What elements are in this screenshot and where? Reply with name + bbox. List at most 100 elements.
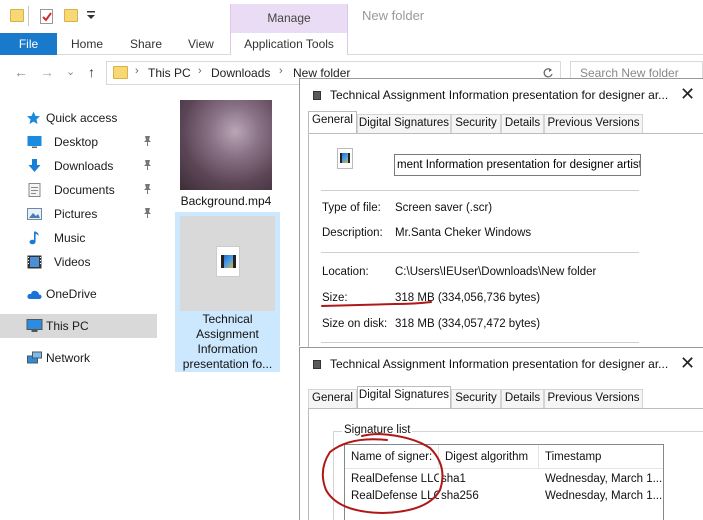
videos-icon <box>27 255 42 269</box>
sidebar-item-this-pc[interactable]: This PC <box>0 314 157 338</box>
dialog-titlebar: Technical Assignment Information present… <box>300 348 703 380</box>
new-folder-icon[interactable] <box>64 9 78 22</box>
sidebar-item-downloads[interactable]: Downloads <box>0 154 157 178</box>
sidebar-item-pictures[interactable]: Pictures <box>0 202 157 226</box>
sidebar-item-label: OneDrive <box>46 287 97 301</box>
timestamp: Wednesday, March 1... <box>545 490 663 502</box>
sidebar-item-onedrive[interactable]: OneDrive <box>0 282 157 306</box>
up-button[interactable]: ↑ <box>88 64 95 80</box>
chevron-right-icon[interactable]: › <box>135 65 139 77</box>
tab-share[interactable]: Share <box>130 33 162 55</box>
sidebar-item-quick-access[interactable]: Quick access <box>0 106 157 130</box>
column-header-digest[interactable]: Digest algorithm <box>439 445 539 469</box>
ribbon-tabs: File Home Share View Application Tools <box>0 33 703 55</box>
table-row[interactable]: RealDefense LLC sha1 Wednesday, March 1.… <box>345 470 663 488</box>
tab-security[interactable]: Security <box>451 114 501 133</box>
size-on-disk-value: 318 MB (334,057,472 bytes) <box>395 318 541 330</box>
recent-locations-button[interactable]: ⌄ <box>66 65 75 78</box>
tab-general[interactable]: General <box>308 389 357 408</box>
tab-previous-versions[interactable]: Previous Versions <box>544 389 643 408</box>
file-icon-frame <box>180 216 275 311</box>
type-label: Type of file: <box>322 202 381 214</box>
type-value: Screen saver (.scr) <box>395 202 493 214</box>
screensaver-file-icon <box>216 246 240 277</box>
file-name-line: Assignment <box>196 327 259 341</box>
column-header-signer[interactable]: Name of signer: <box>345 445 439 469</box>
file-name-field[interactable]: ment Information presentation for design… <box>394 154 641 176</box>
divider <box>321 252 639 253</box>
tab-security[interactable]: Security <box>451 389 501 408</box>
window-title: New folder <box>362 8 425 23</box>
documents-icon <box>28 183 41 197</box>
close-button[interactable]: ✕ <box>680 353 695 374</box>
table-row[interactable]: RealDefense LLC sha256 Wednesday, March … <box>345 487 663 505</box>
group-title: Signature list <box>342 424 413 436</box>
music-icon <box>29 231 39 245</box>
pin-icon[interactable] <box>143 159 152 173</box>
tab-home[interactable]: Home <box>71 33 103 55</box>
manage-tab-group[interactable]: Manage <box>230 4 348 33</box>
tab-general[interactable]: General <box>308 111 357 133</box>
sidebar-item-label: Documents <box>54 183 115 197</box>
customize-qat-icon[interactable] <box>86 8 96 25</box>
breadcrumb-downloads[interactable]: Downloads <box>211 66 270 80</box>
location-label: Location: <box>322 266 369 278</box>
sidebar-item-label: Quick access <box>46 111 118 125</box>
signature-list[interactable]: Name of signer: Digest algorithm Timesta… <box>344 444 664 520</box>
location-value: C:\Users\IEUser\Downloads\New folder <box>395 266 597 278</box>
properties-icon[interactable] <box>40 9 53 24</box>
dialog-title: Technical Assignment Information present… <box>330 88 669 102</box>
forward-button[interactable]: → <box>40 64 54 80</box>
selected-file-tile[interactable]: Technical Assignment Information present… <box>175 212 280 372</box>
general-tab-panel: ment Information presentation for design… <box>308 133 703 347</box>
pin-icon[interactable] <box>143 207 152 221</box>
computer-icon <box>26 319 43 332</box>
sidebar-item-desktop[interactable]: Desktop <box>0 130 157 154</box>
tab-digital-signatures[interactable]: Digital Signatures <box>357 386 451 408</box>
pin-icon[interactable] <box>143 183 152 197</box>
back-button[interactable]: ← <box>14 64 28 80</box>
star-icon <box>27 111 40 124</box>
size-label: Size: <box>322 292 348 304</box>
tab-digital-signatures[interactable]: Digital Signatures <box>357 114 451 133</box>
signer-name: RealDefense LLC <box>351 490 439 502</box>
digest-algorithm: sha1 <box>441 473 466 485</box>
file-name-label[interactable]: Background.mp4 <box>176 194 276 208</box>
video-thumbnail[interactable] <box>180 100 272 190</box>
sidebar-item-videos[interactable]: Videos <box>0 250 157 274</box>
tab-file[interactable]: File <box>0 33 57 55</box>
breadcrumb-this-pc[interactable]: This PC <box>148 66 191 80</box>
divider <box>321 342 639 343</box>
file-icon <box>313 360 321 369</box>
pin-icon[interactable] <box>143 135 152 149</box>
tab-previous-versions[interactable]: Previous Versions <box>544 114 643 133</box>
tab-application-tools[interactable]: Application Tools <box>230 33 348 55</box>
chevron-right-icon[interactable]: › <box>279 65 283 77</box>
column-header-timestamp[interactable]: Timestamp <box>539 445 663 469</box>
sidebar-item-label: Pictures <box>54 207 98 221</box>
tab-view[interactable]: View <box>188 33 214 55</box>
chevron-right-icon[interactable]: › <box>198 65 202 77</box>
quick-access-toolbar <box>0 0 230 33</box>
tab-details[interactable]: Details <box>501 114 544 133</box>
list-header: Name of signer: Digest algorithm Timesta… <box>345 445 663 469</box>
desktop-icon <box>27 136 42 148</box>
film-icon <box>340 153 350 163</box>
downloads-icon <box>28 159 41 172</box>
pictures-icon <box>27 208 42 220</box>
close-button[interactable]: ✕ <box>680 84 695 105</box>
sidebar-item-label: Music <box>54 231 86 245</box>
sidebar-item-documents[interactable]: Documents <box>0 178 157 202</box>
folder-icon[interactable] <box>10 9 24 22</box>
screensaver-file-icon <box>337 148 353 169</box>
navigation-pane: Quick access Desktop Downloads Documents <box>0 100 160 400</box>
sidebar-item-network[interactable]: Network <box>0 346 157 370</box>
divider <box>321 190 639 191</box>
film-icon <box>221 255 236 268</box>
sidebar-item-music[interactable]: Music <box>0 226 157 250</box>
properties-dialog-signatures: Technical Assignment Information present… <box>299 347 703 520</box>
size-value: 318 MB (334,056,736 bytes) <box>395 292 541 304</box>
tab-details[interactable]: Details <box>501 389 544 408</box>
cloud-icon <box>27 290 42 299</box>
file-name-line: Information <box>197 342 258 356</box>
